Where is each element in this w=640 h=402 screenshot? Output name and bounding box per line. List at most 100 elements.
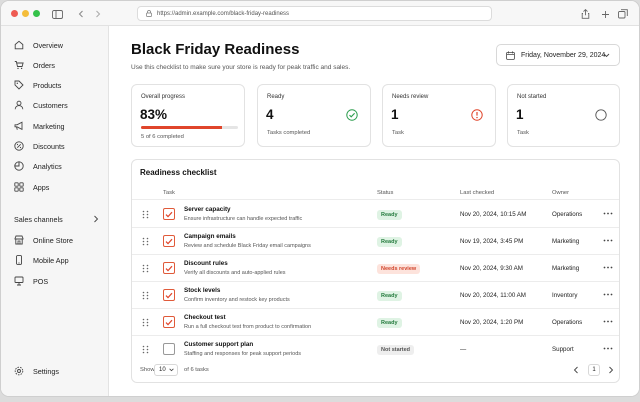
- sidebar-item-apps[interactable]: Apps: [1, 179, 109, 195]
- table-row[interactable]: Stock levels Confirm inventory and restoc…: [132, 282, 619, 309]
- task-checkbox[interactable]: [163, 208, 175, 220]
- current-page[interactable]: 1: [588, 364, 600, 376]
- sidebar-item-analytics[interactable]: Analytics: [1, 158, 109, 174]
- task-checkbox[interactable]: [163, 343, 175, 355]
- page-title: Black Friday Readiness: [131, 41, 300, 58]
- task-name: Stock levels: [184, 287, 221, 294]
- task-checkbox[interactable]: [163, 316, 175, 328]
- sidebar-item-label: Settings: [33, 366, 59, 376]
- card-title: Ready: [267, 94, 285, 100]
- table-row[interactable]: Discount rules Verify all discounts and a…: [132, 255, 619, 282]
- table-row[interactable]: Campaign emails Review and schedule Black…: [132, 228, 619, 255]
- pos-icon: [14, 276, 24, 286]
- status-badge: Needs review: [377, 264, 421, 274]
- alert-circle-icon: [471, 109, 483, 121]
- sales-channels-header[interactable]: Sales channels: [1, 211, 109, 227]
- person-icon: [14, 100, 24, 110]
- task-name: Checkout test: [184, 314, 226, 321]
- card-title: Needs review: [392, 94, 429, 100]
- page-size-select[interactable]: 10: [154, 364, 178, 376]
- card-subtext: Task: [517, 130, 529, 136]
- next-page-icon[interactable]: [607, 366, 615, 374]
- page-size-value: 10: [159, 367, 166, 373]
- last-checked-date: Nov 20, 2024, 1:20 PM: [460, 319, 524, 326]
- more-options-icon[interactable]: [602, 288, 614, 300]
- task-name: Campaign emails: [184, 233, 236, 240]
- phone-icon: [14, 255, 24, 265]
- sidebar-item-discounts[interactable]: Discounts: [1, 138, 109, 154]
- more-options-icon[interactable]: [602, 234, 614, 246]
- drag-handle-icon[interactable]: [141, 318, 149, 327]
- tab-overview-icon[interactable]: [616, 7, 630, 21]
- card-value: 1: [391, 107, 399, 122]
- chevron-right-icon: [92, 215, 100, 223]
- column-header-status: Status: [377, 190, 394, 196]
- card-title: Not started: [517, 94, 547, 100]
- table-header: Task Status Last checked Owner: [132, 186, 619, 200]
- column-header-last-checked: Last checked: [460, 190, 495, 196]
- new-tab-icon[interactable]: [598, 7, 612, 21]
- back-arrow-icon[interactable]: [74, 7, 88, 21]
- show-label: Show: [140, 367, 155, 373]
- task-name: Discount rules: [184, 260, 228, 267]
- ready-card: Ready 4 Tasks completed: [257, 84, 371, 147]
- maximize-window-button[interactable]: [33, 10, 40, 17]
- task-owner: Operations: [552, 211, 583, 218]
- sidebar-item-label: Apps: [33, 182, 50, 192]
- sidebar-item-label: Orders: [33, 60, 55, 70]
- overall-progress-card: Overall progress 83% 5 of 6 completed: [131, 84, 245, 147]
- minimize-window-button[interactable]: [22, 10, 29, 17]
- last-checked-date: Nov 19, 2024, 3:45 PM: [460, 238, 524, 245]
- card-title: Overall progress: [141, 94, 186, 100]
- task-description: Ensure infrastructure can handle expecte…: [184, 216, 303, 222]
- task-owner: Operations: [552, 319, 583, 326]
- sidebar-item-products[interactable]: Products: [1, 77, 109, 93]
- drag-handle-icon[interactable]: [141, 237, 149, 246]
- more-options-icon[interactable]: [602, 207, 614, 219]
- sidebar-item-online-store[interactable]: Online Store: [1, 232, 109, 248]
- task-owner: Support: [552, 346, 574, 353]
- sidebar-item-orders[interactable]: Orders: [1, 57, 109, 73]
- task-name: Customer support plan: [184, 341, 254, 348]
- task-count-label: of 6 tasks: [184, 367, 209, 373]
- address-bar[interactable]: https://admin.example.com/black-friday-r…: [137, 6, 492, 21]
- sidebar-item-label: Discounts: [33, 141, 65, 151]
- status-badge: Ready: [377, 237, 402, 247]
- sidebar-item-mobile-app[interactable]: Mobile App: [1, 252, 109, 268]
- drag-handle-icon[interactable]: [141, 264, 149, 273]
- task-description: Run a full checkout test from product to…: [184, 324, 312, 330]
- date-picker-button[interactable]: Friday, November 29, 2024: [496, 44, 620, 66]
- table-row[interactable]: Server capacity Ensure infrastructure can…: [132, 201, 619, 228]
- task-checkbox[interactable]: [163, 289, 175, 301]
- browser-window: https://admin.example.com/black-friday-r…: [0, 0, 640, 397]
- forward-arrow-icon[interactable]: [91, 7, 105, 21]
- drag-handle-icon[interactable]: [141, 345, 149, 354]
- sidebar-item-label: POS: [33, 276, 49, 286]
- previous-page-icon[interactable]: [572, 366, 580, 374]
- sidebar-toggle-icon[interactable]: [50, 7, 64, 21]
- drag-handle-icon[interactable]: [141, 210, 149, 219]
- megaphone-icon: [14, 121, 24, 131]
- close-window-button[interactable]: [11, 10, 18, 17]
- page-subtitle: Use this checklist to make sure your sto…: [131, 64, 351, 71]
- sidebar-item-marketing[interactable]: Marketing: [1, 118, 109, 134]
- last-checked-date: Nov 20, 2024, 9:30 AM: [460, 265, 523, 272]
- task-name: Server capacity: [184, 206, 231, 213]
- more-options-icon[interactable]: [602, 261, 614, 273]
- checklist-title: Readiness checklist: [140, 168, 217, 177]
- sidebar-item-settings[interactable]: Settings: [1, 363, 109, 379]
- share-icon[interactable]: [578, 7, 592, 21]
- task-checkbox[interactable]: [163, 235, 175, 247]
- home-icon: [14, 40, 24, 50]
- sidebar-item-overview[interactable]: Overview: [1, 37, 109, 53]
- task-checkbox[interactable]: [163, 262, 175, 274]
- discount-icon: [14, 141, 24, 151]
- sidebar-item-customers[interactable]: Customers: [1, 97, 109, 113]
- more-options-icon[interactable]: [602, 342, 614, 354]
- drag-handle-icon[interactable]: [141, 291, 149, 300]
- table-row[interactable]: Checkout test Run a full checkout test fr…: [132, 309, 619, 336]
- more-options-icon[interactable]: [602, 315, 614, 327]
- task-description: Verify all discounts and auto-applied ru…: [184, 270, 286, 276]
- sidebar-item-pos[interactable]: POS: [1, 273, 109, 289]
- lock-icon: [146, 10, 152, 17]
